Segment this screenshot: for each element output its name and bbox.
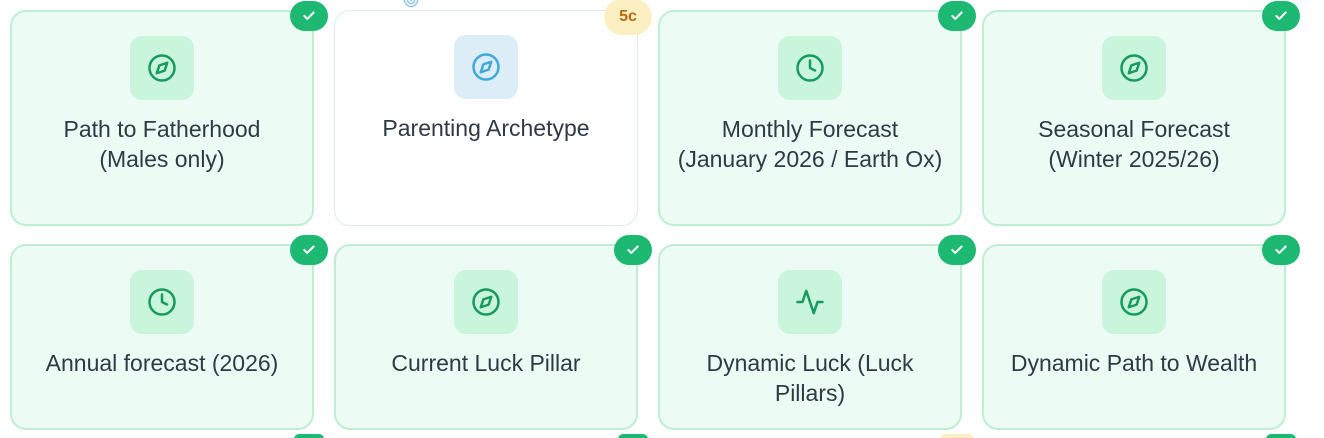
- card-icon-box: [454, 270, 518, 334]
- card-icon-box: [454, 35, 518, 99]
- compass-icon: [472, 53, 500, 81]
- check-icon: [627, 245, 639, 254]
- card-label: Dynamic Luck (Luck Pillars): [706, 350, 914, 406]
- next-row-badge: [618, 434, 648, 438]
- completed-check-badge: [938, 235, 976, 265]
- report-card-monthly-forecast[interactable]: Monthly Forecast (January 2026 / Earth O…: [658, 10, 962, 226]
- card-icon-box: [1102, 36, 1166, 100]
- compass-icon: [1120, 288, 1148, 316]
- compass-icon: [1120, 54, 1148, 82]
- completed-check-badge: [290, 235, 328, 265]
- activity-icon: [796, 289, 824, 315]
- report-card-current-luck-pillar[interactable]: Current Luck Pillar: [334, 244, 638, 430]
- clock-icon: [796, 54, 824, 82]
- fingerprint-icon: [403, 0, 419, 8]
- card-icon-box: [778, 36, 842, 100]
- card-label: Seasonal Forecast (Winter 2025/26): [1038, 116, 1230, 172]
- card-label: Annual forecast (2026): [45, 350, 279, 376]
- compass-icon: [148, 54, 176, 82]
- check-icon: [303, 245, 315, 254]
- next-row-badge: [294, 434, 324, 438]
- reports-grid: Path to Fatherhood (Males only) Parentin…: [0, 0, 1324, 438]
- card-icon-box: [778, 270, 842, 334]
- clock-icon: [148, 288, 176, 316]
- report-card-annual-forecast[interactable]: Annual forecast (2026): [10, 244, 314, 430]
- completed-check-badge: [938, 1, 976, 31]
- check-icon: [1275, 245, 1287, 254]
- check-icon: [303, 11, 315, 20]
- completed-check-badge: [1262, 235, 1300, 265]
- check-icon: [951, 11, 963, 20]
- card-label: Monthly Forecast (January 2026 / Earth O…: [677, 116, 943, 172]
- check-icon: [951, 245, 963, 254]
- report-card-dynamic-path-to-wealth[interactable]: Dynamic Path to Wealth: [982, 244, 1286, 430]
- completed-check-badge: [614, 235, 652, 265]
- report-card-seasonal-forecast[interactable]: Seasonal Forecast (Winter 2025/26): [982, 10, 1286, 226]
- completed-check-badge: [290, 1, 328, 31]
- compass-icon: [472, 288, 500, 316]
- card-label: Dynamic Path to Wealth: [1010, 350, 1258, 376]
- card-label: Current Luck Pillar: [391, 350, 581, 376]
- report-card-dynamic-luck[interactable]: Dynamic Luck (Luck Pillars): [658, 244, 962, 430]
- next-row-badge: [940, 434, 974, 438]
- report-card-path-to-fatherhood[interactable]: Path to Fatherhood (Males only): [10, 10, 314, 226]
- card-icon-box: [130, 36, 194, 100]
- card-label: Parenting Archetype: [382, 115, 590, 141]
- next-row-badge: [1266, 434, 1296, 438]
- report-card-parenting-archetype[interactable]: Parenting Archetype: [334, 10, 638, 226]
- check-icon: [1275, 11, 1287, 20]
- card-label: Path to Fatherhood (Males only): [63, 116, 261, 172]
- card-icon-box: [1102, 270, 1166, 334]
- card-icon-box: [130, 270, 194, 334]
- completed-check-badge: [1262, 1, 1300, 31]
- cost-badge: 5c: [604, 0, 652, 35]
